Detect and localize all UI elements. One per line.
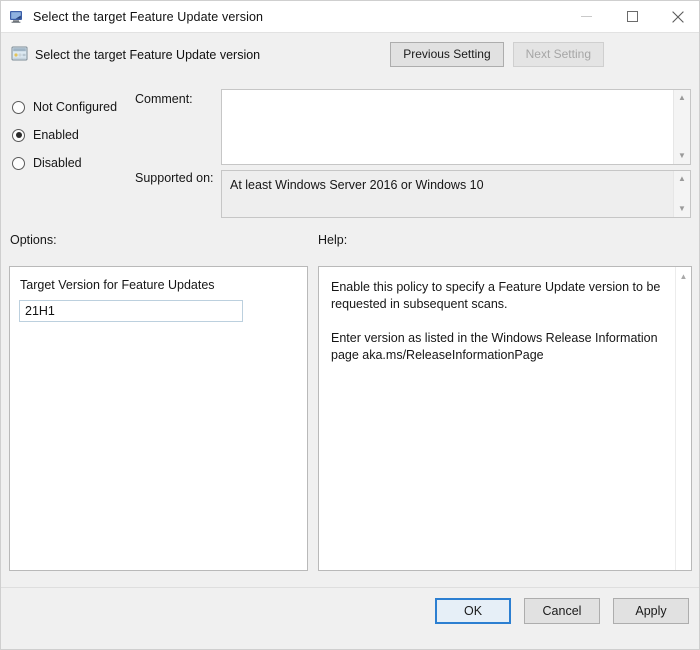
policy-state-radio-group: Not Configured Enabled Disabled [12, 93, 142, 177]
policy-monitor-icon [9, 9, 25, 25]
minimize-icon [580, 16, 592, 17]
cancel-button[interactable]: Cancel [524, 598, 600, 624]
title-bar: Select the target Feature Update version [1, 1, 699, 32]
maximize-button[interactable] [609, 1, 655, 32]
help-scrollbar[interactable]: ▲ [675, 267, 691, 570]
comment-scrollbar[interactable]: ▲ ▼ [673, 90, 690, 164]
scroll-up-icon[interactable]: ▲ [676, 269, 691, 283]
radio-disabled[interactable]: Disabled [12, 149, 142, 177]
radio-not-configured-label: Not Configured [33, 100, 118, 114]
supported-on-scrollbar[interactable]: ▲ ▼ [673, 171, 690, 217]
radio-disabled-label: Disabled [33, 156, 82, 170]
supported-on-text: At least Windows Server 2016 or Windows … [230, 178, 484, 192]
policy-setting-icon [11, 45, 29, 63]
minimize-button[interactable] [563, 1, 609, 32]
target-version-input[interactable] [19, 300, 243, 322]
radio-enabled[interactable]: Enabled [12, 121, 142, 149]
window-title: Select the target Feature Update version [33, 9, 264, 24]
setting-navigation: Previous Setting Next Setting [390, 42, 699, 67]
scroll-down-icon[interactable]: ▼ [674, 202, 690, 216]
scroll-down-icon[interactable]: ▼ [674, 149, 690, 163]
radio-not-configured-mark[interactable] [12, 100, 25, 114]
scroll-up-icon[interactable]: ▲ [674, 172, 690, 186]
comment-label: Comment: [135, 92, 193, 106]
scroll-up-icon[interactable]: ▲ [674, 91, 690, 105]
options-heading: Options: [10, 233, 57, 247]
supported-on-field: At least Windows Server 2016 or Windows … [221, 170, 691, 218]
setting-header-title: Select the target Feature Update version [35, 48, 261, 62]
help-heading: Help: [318, 233, 348, 247]
setting-header: Select the target Feature Update version… [1, 32, 699, 75]
radio-enabled-mark[interactable] [12, 128, 25, 142]
ok-button[interactable]: OK [435, 598, 511, 624]
radio-not-configured[interactable]: Not Configured [12, 93, 142, 121]
window-controls [563, 1, 699, 32]
target-version-label: Target Version for Feature Updates [20, 278, 215, 292]
policy-setting-dialog: Select the target Feature Update version [0, 0, 700, 650]
maximize-icon [626, 11, 638, 22]
radio-disabled-mark[interactable] [12, 156, 25, 170]
apply-button[interactable]: Apply [613, 598, 689, 624]
close-button[interactable] [655, 1, 699, 32]
close-icon [672, 10, 684, 23]
radio-enabled-label: Enabled [33, 128, 79, 142]
help-panel: Enable this policy to specify a Feature … [318, 266, 692, 571]
supported-on-label: Supported on: [135, 171, 214, 185]
next-setting-button: Next Setting [512, 42, 604, 67]
dialog-action-buttons: OK Cancel Apply [435, 598, 689, 624]
help-text: Enable this policy to specify a Feature … [331, 280, 661, 362]
comment-text[interactable] [222, 90, 673, 164]
previous-setting-button[interactable]: Previous Setting [390, 42, 504, 67]
options-panel: Target Version for Feature Updates [9, 266, 308, 571]
dialog-footer: OK Cancel Apply [1, 587, 699, 649]
comment-field[interactable]: ▲ ▼ [221, 89, 691, 165]
